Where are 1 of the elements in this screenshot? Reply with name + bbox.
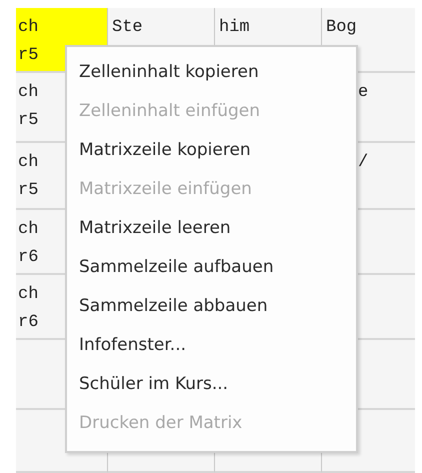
menu-item[interactable]: Schüler im Kurs... [79,365,344,404]
